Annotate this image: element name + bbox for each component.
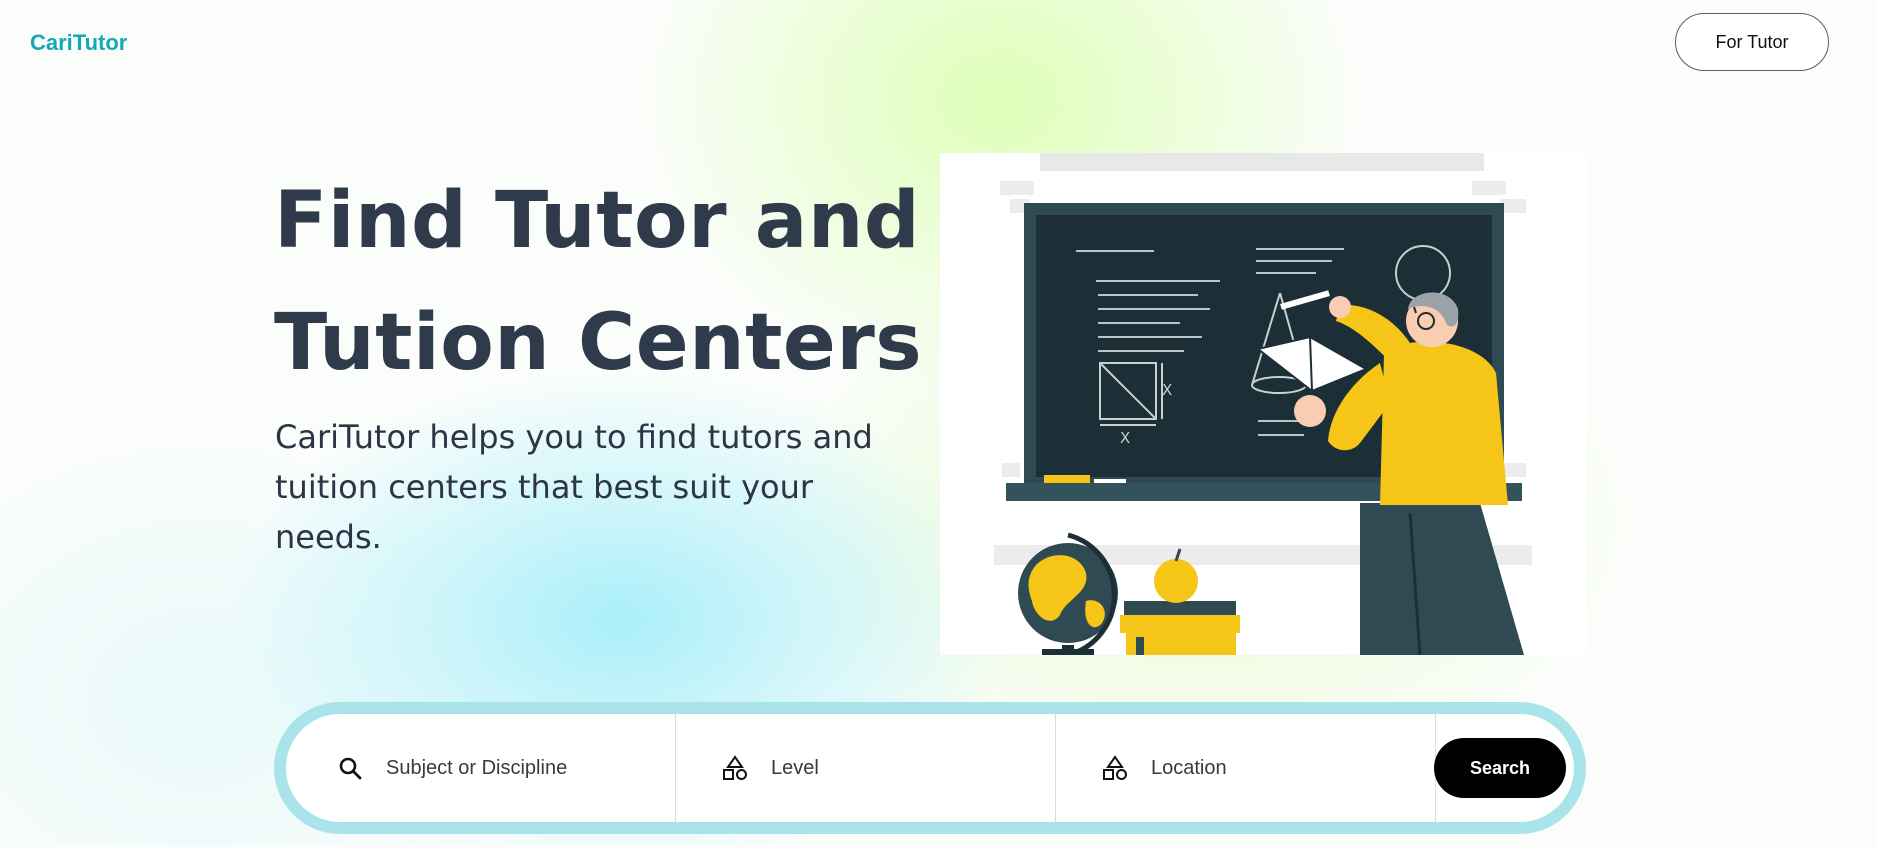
shapes-icon bbox=[1101, 754, 1129, 782]
search-shell: Search bbox=[274, 702, 1586, 834]
search-bar: Search bbox=[286, 714, 1574, 822]
shapes-icon bbox=[721, 754, 749, 782]
teacher-chalkboard-drawing: X X bbox=[994, 153, 1532, 655]
subject-field[interactable] bbox=[286, 714, 676, 822]
search-button[interactable]: Search bbox=[1434, 738, 1566, 798]
for-tutor-button[interactable]: For Tutor bbox=[1675, 13, 1829, 71]
search-icon bbox=[336, 754, 364, 782]
location-field[interactable] bbox=[1056, 714, 1436, 822]
location-input[interactable] bbox=[1149, 755, 1393, 781]
hero-title-line-2: Tution Centers bbox=[274, 298, 923, 388]
teacher-illustration: X X bbox=[940, 153, 1586, 655]
brand-logo[interactable]: CariTutor bbox=[30, 30, 127, 56]
svg-text:X: X bbox=[1120, 429, 1130, 447]
hero-subtitle: CariTutor helps you to find tutors and t… bbox=[275, 418, 873, 556]
level-input[interactable] bbox=[769, 755, 1013, 781]
level-field[interactable] bbox=[676, 714, 1056, 822]
hero-title-line-1: Find Tutor and bbox=[274, 176, 921, 266]
svg-text:X: X bbox=[1162, 381, 1172, 399]
hero-title: Find Tutor and Tution Centers bbox=[274, 160, 922, 404]
subject-input[interactable] bbox=[384, 755, 628, 781]
